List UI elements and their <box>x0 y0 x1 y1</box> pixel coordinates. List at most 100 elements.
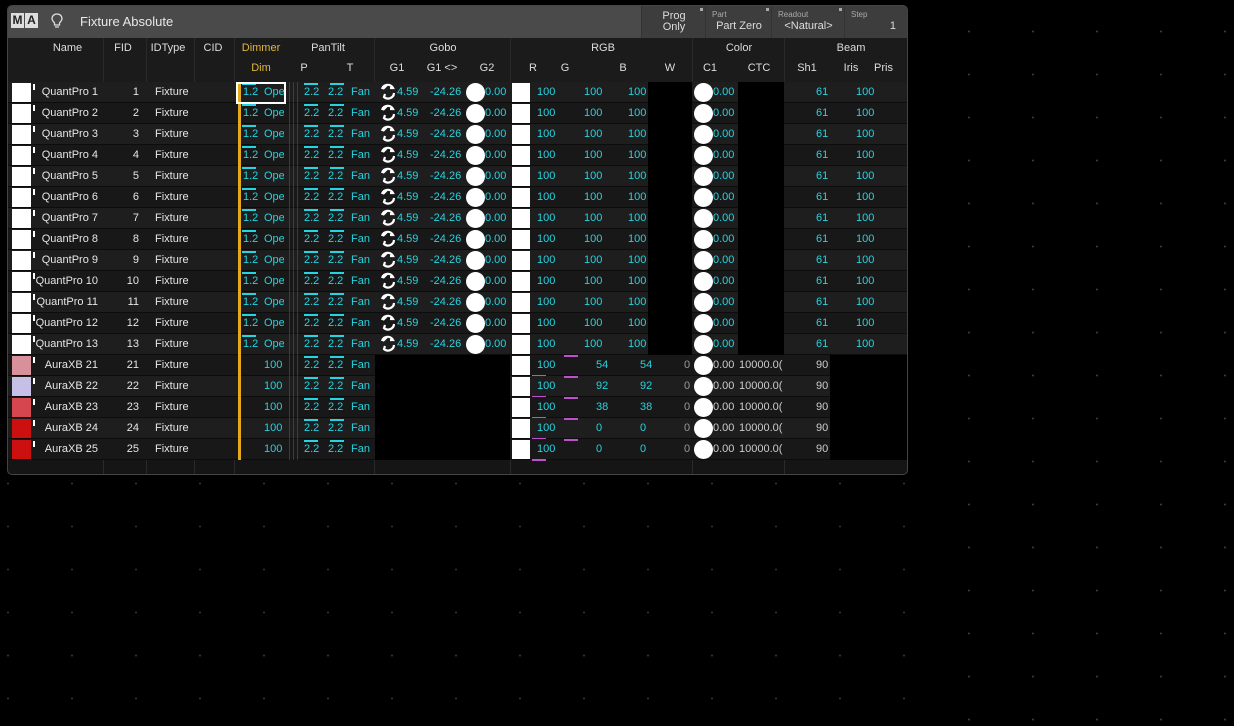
color1-value[interactable]: 0.00 <box>713 128 734 140</box>
fixture-name[interactable]: QuantPro 11 <box>36 296 98 308</box>
fixture-name[interactable]: QuantPro 8 <box>42 233 98 245</box>
column-header-iris[interactable]: Iris <box>840 62 862 74</box>
tilt-value[interactable]: 2.2 <box>328 401 343 413</box>
gobo2-open-icon[interactable] <box>466 272 485 291</box>
gobo-wheel-icon[interactable] <box>379 104 397 122</box>
column-header-pris[interactable]: Pris <box>874 62 898 74</box>
fixture-name[interactable]: QuantPro 12 <box>36 317 98 329</box>
fixture-sheet-window[interactable]: M A Fixture Absolute Prog Only Part Part… <box>7 5 908 475</box>
fixture-name[interactable]: QuantPro 1 <box>42 86 98 98</box>
pantilt-fan-label[interactable]: Fan <box>351 359 370 371</box>
gobo2-open-icon[interactable] <box>466 167 485 186</box>
fixture-idtype[interactable]: Fixture <box>155 380 189 392</box>
red-value[interactable]: 100 <box>537 128 555 140</box>
fixture-idtype[interactable]: Fixture <box>155 275 189 287</box>
color1-value[interactable]: 0.00 <box>713 212 734 224</box>
red-value[interactable]: 100 <box>537 443 555 455</box>
red-value[interactable]: 100 <box>537 359 555 371</box>
tilt-value[interactable]: 2.2 <box>328 317 343 329</box>
tilt-value[interactable]: 2.2 <box>328 170 343 182</box>
fixture-idtype[interactable]: Fixture <box>155 107 189 119</box>
gobo2-value[interactable]: 0.00 <box>485 233 506 245</box>
white-value[interactable]: 0 <box>684 401 690 413</box>
pan-value[interactable]: 2.2 <box>304 317 319 329</box>
color1-value[interactable]: 0.00 <box>713 380 734 392</box>
fixture-idtype[interactable]: Fixture <box>155 128 189 140</box>
blue-value[interactable]: 0 <box>640 422 646 434</box>
table-row[interactable]: QuantPro 11 11 Fixture 1.2 Ope 2.2 2.2 Fan 4.59-… <box>8 292 907 313</box>
fixture-name[interactable]: QuantPro 13 <box>36 338 98 350</box>
fixture-idtype[interactable]: Fixture <box>155 401 189 413</box>
fixture-idtype[interactable]: Fixture <box>155 212 189 224</box>
pan-value[interactable]: 2.2 <box>304 359 319 371</box>
pantilt-fan-label[interactable]: Fan <box>351 422 370 434</box>
blue-value[interactable]: 100 <box>628 275 646 287</box>
gobo2-value[interactable]: 0.00 <box>485 191 506 203</box>
tilt-value[interactable]: 2.2 <box>328 233 343 245</box>
group-header-beam[interactable]: Beam <box>826 42 876 54</box>
table-row[interactable]: AuraXB 25 25 Fixture 100 2.2 2.2 Fan 100 0 0 0 0.00… <box>8 439 907 461</box>
green-value[interactable]: 100 <box>584 212 602 224</box>
color-wheel-open-icon[interactable] <box>694 377 713 396</box>
fixture-fid[interactable]: 12 <box>127 317 139 329</box>
green-value[interactable]: 100 <box>584 128 602 140</box>
pan-value[interactable]: 2.2 <box>304 401 319 413</box>
red-value[interactable]: 100 <box>537 254 555 266</box>
blue-value[interactable]: 92 <box>640 380 652 392</box>
blue-value[interactable]: 100 <box>628 191 646 203</box>
fixture-fid[interactable]: 22 <box>127 380 139 392</box>
fixture-idtype[interactable]: Fixture <box>155 149 189 161</box>
fixture-fid[interactable]: 11 <box>128 296 139 308</box>
dimmer-value[interactable]: 1.2 <box>243 170 258 182</box>
column-header-g[interactable]: G <box>558 62 572 74</box>
shutter-value[interactable]: 61 <box>816 191 828 203</box>
blue-value[interactable]: 0 <box>640 443 646 455</box>
gobo2-open-icon[interactable] <box>466 83 485 102</box>
gobo2-open-icon[interactable] <box>466 335 485 354</box>
gobo1-rotation-value[interactable]: -24.26 <box>430 275 461 287</box>
shutter-value[interactable]: 61 <box>816 212 828 224</box>
ctc-value[interactable]: 10000.0( <box>739 380 784 392</box>
gobo2-value[interactable]: 0.00 <box>485 128 506 140</box>
pantilt-fan-label[interactable]: Fan <box>351 401 370 413</box>
green-value[interactable]: 100 <box>584 170 602 182</box>
gobo-wheel-icon[interactable] <box>379 335 397 353</box>
iris-value[interactable]: 100 <box>856 296 874 308</box>
fixture-name[interactable]: QuantPro 2 <box>42 107 98 119</box>
pan-value[interactable]: 2.2 <box>304 233 319 245</box>
column-header-g1[interactable]: G1 <box>386 62 408 74</box>
gobo2-value[interactable]: 0.00 <box>485 170 506 182</box>
table-row[interactable]: QuantPro 10 10 Fixture 1.2 Ope 2.2 2.2 Fan 4.59-… <box>8 271 907 292</box>
pantilt-fan-label[interactable]: Fan <box>351 128 370 140</box>
shutter-value[interactable]: 61 <box>816 149 828 161</box>
shutter-value[interactable]: 61 <box>816 275 828 287</box>
fixture-idtype[interactable]: Fixture <box>155 317 189 329</box>
tilt-value[interactable]: 2.2 <box>328 107 343 119</box>
red-value[interactable]: 100 <box>537 86 555 98</box>
tilt-value[interactable]: 2.2 <box>328 359 343 371</box>
color-wheel-open-icon[interactable] <box>694 335 713 354</box>
fixture-fid[interactable]: 25 <box>127 443 139 455</box>
iris-value[interactable]: 100 <box>856 233 874 245</box>
column-header-b[interactable]: B <box>616 62 630 74</box>
green-value[interactable]: 0 <box>596 422 602 434</box>
shutter-value[interactable]: 90 <box>816 359 828 371</box>
color-wheel-open-icon[interactable] <box>694 230 713 249</box>
color-wheel-open-icon[interactable] <box>694 293 713 312</box>
iris-value[interactable]: 100 <box>856 128 874 140</box>
white-value[interactable]: 0 <box>684 380 690 392</box>
pan-value[interactable]: 2.2 <box>304 296 319 308</box>
iris-value[interactable]: 100 <box>856 212 874 224</box>
dimmer-value[interactable]: 1.2 <box>243 338 258 350</box>
gobo2-value[interactable]: 0.00 <box>485 254 506 266</box>
table-row[interactable]: QuantPro 8 8 Fixture 1.2 Ope 2.2 2.2 Fan 4.59 -24… <box>8 229 907 250</box>
window-titlebar[interactable]: M A Fixture Absolute Prog Only Part Part… <box>8 6 907 38</box>
part-button[interactable]: Part Part Zero <box>705 6 772 38</box>
shutter-value[interactable]: 61 <box>816 86 828 98</box>
color1-value[interactable]: 0.00 <box>713 317 734 329</box>
fixture-fid[interactable]: 24 <box>127 422 139 434</box>
fixture-idtype[interactable]: Fixture <box>155 359 189 371</box>
color-wheel-open-icon[interactable] <box>694 146 713 165</box>
red-value[interactable]: 100 <box>537 233 555 245</box>
fixture-idtype[interactable]: Fixture <box>155 233 189 245</box>
